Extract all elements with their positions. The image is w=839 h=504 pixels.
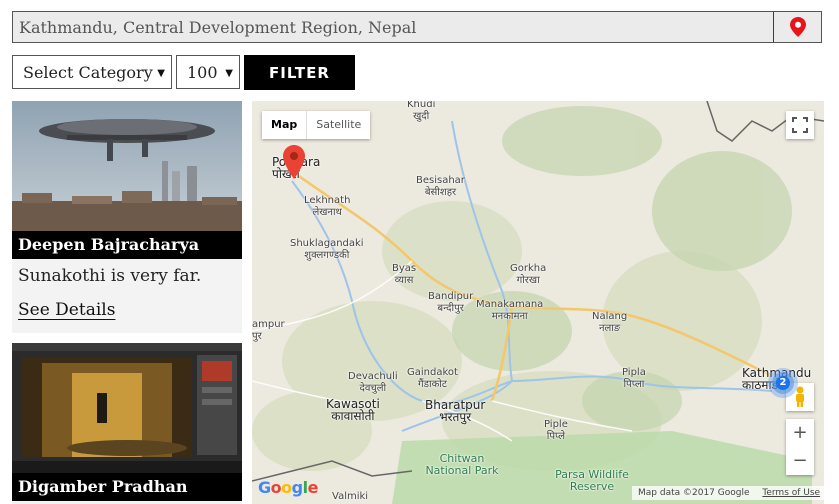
card-thumbnail-image[interactable] (12, 343, 242, 473)
zoom-in-button[interactable]: + (786, 419, 814, 447)
marker-cluster[interactable]: 2 (767, 367, 799, 399)
google-logo: Google (258, 478, 318, 497)
map-label: Manakamana मनकामना (476, 299, 544, 322)
story-card: Digamber Pradhan (12, 343, 242, 504)
map-label: Parsa Wildlife Reserve (555, 468, 629, 493)
map-type-satellite[interactable]: Satellite (306, 111, 370, 139)
map-marker-pin-icon[interactable] (283, 145, 305, 179)
location-pin-icon (790, 17, 806, 37)
zoom-out-button[interactable]: − (786, 447, 814, 475)
filter-button[interactable]: FILTER (244, 55, 355, 90)
cluster-count: 2 (779, 377, 787, 388)
map-label: ampur पुर (252, 319, 285, 342)
locate-button[interactable] (775, 12, 821, 42)
chevron-down-icon: ▼ (157, 68, 165, 79)
map-type-map[interactable]: Map (262, 111, 306, 139)
map-label: Chitwan National Park (425, 452, 499, 477)
map-label: Kawasoti कावासोती (326, 397, 380, 423)
map-label: Besisahar बेसीशहर (416, 175, 465, 198)
map-label: Byas व्यास (392, 263, 417, 286)
map-label: Shuklagandaki शुक्लगण्डकी (290, 238, 364, 261)
map-label: Devachuli देवचुली (348, 371, 398, 394)
map-label: Piple पिप्ले (544, 419, 568, 442)
terms-of-use-link[interactable]: Terms of Use (762, 488, 820, 498)
card-name: Digamber Pradhan (12, 473, 242, 501)
map-label: Valmiki (332, 491, 369, 502)
card-thumbnail-image[interactable] (12, 101, 242, 231)
chevron-down-icon: ▼ (225, 68, 233, 79)
location-search-bar (12, 11, 822, 43)
category-select-value: Select Category (23, 62, 153, 82)
map-label: Bandipur बन्दीपुर (428, 291, 474, 314)
card-name: Deepen Bajracharya (12, 231, 242, 259)
search-divider (773, 12, 774, 42)
map-label: Khudi खुदी (407, 101, 436, 122)
map-attribution: Map data ©2017 Google Terms of Use (632, 486, 824, 500)
see-details-link[interactable]: See Details (18, 300, 115, 320)
count-select[interactable]: 100 ▼ (176, 55, 240, 89)
location-search-input[interactable] (13, 12, 773, 42)
map-label: Gaindakot गैंडाकोट (407, 367, 458, 390)
map-label: Gorkha गोरखा (510, 263, 547, 286)
map-view[interactable]: Map Satellite + − Pokharaपोखरा Khudiखुदी… (252, 101, 824, 504)
category-select[interactable]: Select Category ▼ (12, 55, 172, 89)
map-label: Nalang नलाङ (592, 311, 628, 334)
story-card: Deepen Bajracharya Sunakothi is very far… (12, 101, 242, 333)
card-description: Sunakothi is very far. (18, 266, 202, 286)
fullscreen-button[interactable] (786, 111, 814, 139)
map-label: Bharatpur भरतपुर (425, 398, 486, 424)
count-select-value: 100 (187, 62, 218, 82)
map-label: Lekhnath लेखनाथ (304, 195, 351, 218)
map-label: Pipla पिप्ला (622, 367, 646, 390)
zoom-control: + − (786, 419, 814, 475)
map-type-control: Map Satellite (262, 111, 371, 139)
map-data-credit: Map data ©2017 Google (638, 488, 750, 498)
fullscreen-icon (792, 117, 808, 133)
